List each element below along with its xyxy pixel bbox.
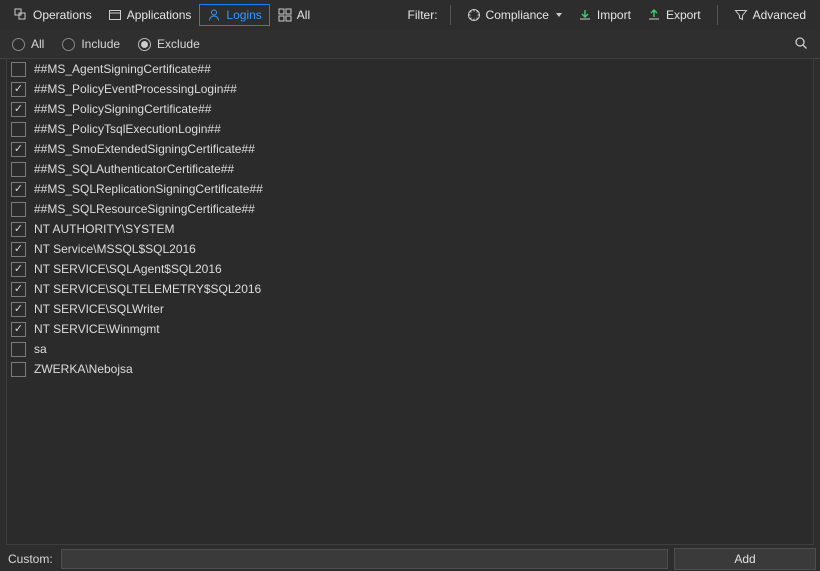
tab-operations-label: Operations: [33, 8, 92, 22]
checkbox[interactable]: [11, 62, 26, 77]
list-item[interactable]: sa: [7, 339, 813, 359]
radio-dot-icon: [12, 38, 25, 51]
list-item[interactable]: ##MS_PolicyTsqlExecutionLogin##: [7, 119, 813, 139]
list-item-label: ##MS_AgentSigningCertificate##: [34, 62, 211, 76]
export-label: Export: [666, 8, 701, 22]
checkbox[interactable]: [11, 302, 26, 317]
tab-all[interactable]: All: [270, 4, 318, 26]
list-item[interactable]: NT SERVICE\SQLTELEMETRY$SQL2016: [7, 279, 813, 299]
radio-dot-icon: [138, 38, 151, 51]
search-icon: [794, 39, 808, 53]
filter-radio-include[interactable]: Include: [62, 37, 120, 51]
list-item-label: NT Service\MSSQL$SQL2016: [34, 242, 196, 256]
checkbox[interactable]: [11, 142, 26, 157]
logins-icon: [207, 8, 221, 22]
list-item-label: ##MS_SQLReplicationSigningCertificate##: [34, 182, 263, 196]
checkbox[interactable]: [11, 342, 26, 357]
operations-icon: [14, 8, 28, 22]
list-item[interactable]: NT Service\MSSQL$SQL2016: [7, 239, 813, 259]
add-button[interactable]: Add: [674, 548, 816, 570]
tab-logins[interactable]: Logins: [199, 4, 269, 26]
checkbox[interactable]: [11, 242, 26, 257]
list-item[interactable]: ##MS_PolicySigningCertificate##: [7, 99, 813, 119]
list-item-label: NT SERVICE\SQLAgent$SQL2016: [34, 262, 222, 276]
list-item[interactable]: ##MS_PolicyEventProcessingLogin##: [7, 79, 813, 99]
radio-dot-icon: [62, 38, 75, 51]
import-label: Import: [597, 8, 631, 22]
list-item-label: ##MS_SQLAuthenticatorCertificate##: [34, 162, 234, 176]
checkbox[interactable]: [11, 362, 26, 377]
tab-applications-label: Applications: [127, 8, 192, 22]
list-item[interactable]: NT SERVICE\Winmgmt: [7, 319, 813, 339]
checkbox[interactable]: [11, 262, 26, 277]
list-item[interactable]: ##MS_AgentSigningCertificate##: [7, 59, 813, 79]
list-item[interactable]: ##MS_SmoExtendedSigningCertificate##: [7, 139, 813, 159]
checkbox[interactable]: [11, 102, 26, 117]
import-button[interactable]: Import: [570, 4, 639, 26]
list-item-label: NT SERVICE\Winmgmt: [34, 322, 160, 336]
export-icon: [647, 8, 661, 22]
custom-label: Custom:: [0, 552, 61, 566]
tab-applications[interactable]: Applications: [100, 4, 200, 26]
list-item[interactable]: ##MS_SQLAuthenticatorCertificate##: [7, 159, 813, 179]
custom-input[interactable]: [61, 549, 668, 569]
checkbox[interactable]: [11, 282, 26, 297]
logins-list: ##MS_AgentSigningCertificate## ##MS_Polic…: [6, 58, 814, 545]
all-icon: [278, 8, 292, 22]
checkbox[interactable]: [11, 122, 26, 137]
checkbox[interactable]: [11, 222, 26, 237]
list-item-label: ##MS_PolicyEventProcessingLogin##: [34, 82, 237, 96]
filter-label: Filter:: [404, 8, 442, 22]
list-item-label: ZWERKA\Nebojsa: [34, 362, 133, 376]
toolbar-separator: [450, 5, 451, 25]
filter-radio-all[interactable]: All: [12, 37, 44, 51]
compliance-icon: [467, 8, 481, 22]
list-item-label: ##MS_SQLResourceSigningCertificate##: [34, 202, 255, 216]
filter-radio-exclude[interactable]: Exclude: [138, 37, 200, 51]
compliance-label: Compliance: [486, 8, 549, 22]
checkbox[interactable]: [11, 182, 26, 197]
list-item[interactable]: NT SERVICE\SQLAgent$SQL2016: [7, 259, 813, 279]
export-button[interactable]: Export: [639, 4, 709, 26]
applications-icon: [108, 8, 122, 22]
advanced-button[interactable]: Advanced: [726, 4, 814, 26]
main-toolbar: Operations Applications Logins All Filte…: [0, 0, 820, 30]
filter-radio-group: All Include Exclude: [8, 37, 200, 51]
advanced-label: Advanced: [753, 8, 806, 22]
tab-all-label: All: [297, 8, 310, 22]
tab-operations[interactable]: Operations: [6, 4, 100, 26]
list-item[interactable]: NT SERVICE\SQLWriter: [7, 299, 813, 319]
checkbox[interactable]: [11, 202, 26, 217]
checkbox[interactable]: [11, 162, 26, 177]
list-item[interactable]: ZWERKA\Nebojsa: [7, 359, 813, 379]
add-button-label: Add: [734, 552, 755, 566]
list-item[interactable]: ##MS_SQLResourceSigningCertificate##: [7, 199, 813, 219]
list-item-label: NT SERVICE\SQLWriter: [34, 302, 164, 316]
list-item-label: ##MS_PolicySigningCertificate##: [34, 102, 211, 116]
list-item-label: sa: [34, 342, 47, 356]
radio-label: Include: [81, 37, 120, 51]
checkbox[interactable]: [11, 322, 26, 337]
search-button[interactable]: [790, 32, 812, 57]
radio-label: All: [31, 37, 44, 51]
list-item[interactable]: NT AUTHORITY\SYSTEM: [7, 219, 813, 239]
compliance-dropdown[interactable]: Compliance: [459, 4, 570, 26]
filter-icon: [734, 8, 748, 22]
list-item-label: NT SERVICE\SQLTELEMETRY$SQL2016: [34, 282, 261, 296]
list-item-label: ##MS_SmoExtendedSigningCertificate##: [34, 142, 255, 156]
radio-label: Exclude: [157, 37, 200, 51]
list-item-label: ##MS_PolicyTsqlExecutionLogin##: [34, 122, 221, 136]
checkbox[interactable]: [11, 82, 26, 97]
tab-logins-label: Logins: [226, 8, 261, 22]
filter-row: All Include Exclude: [0, 30, 820, 59]
list-item[interactable]: ##MS_SQLReplicationSigningCertificate##: [7, 179, 813, 199]
list-item-label: NT AUTHORITY\SYSTEM: [34, 222, 174, 236]
toolbar-separator-2: [717, 5, 718, 25]
chevron-down-icon: [556, 13, 562, 17]
import-icon: [578, 8, 592, 22]
bottom-bar: Custom: Add: [0, 547, 820, 571]
